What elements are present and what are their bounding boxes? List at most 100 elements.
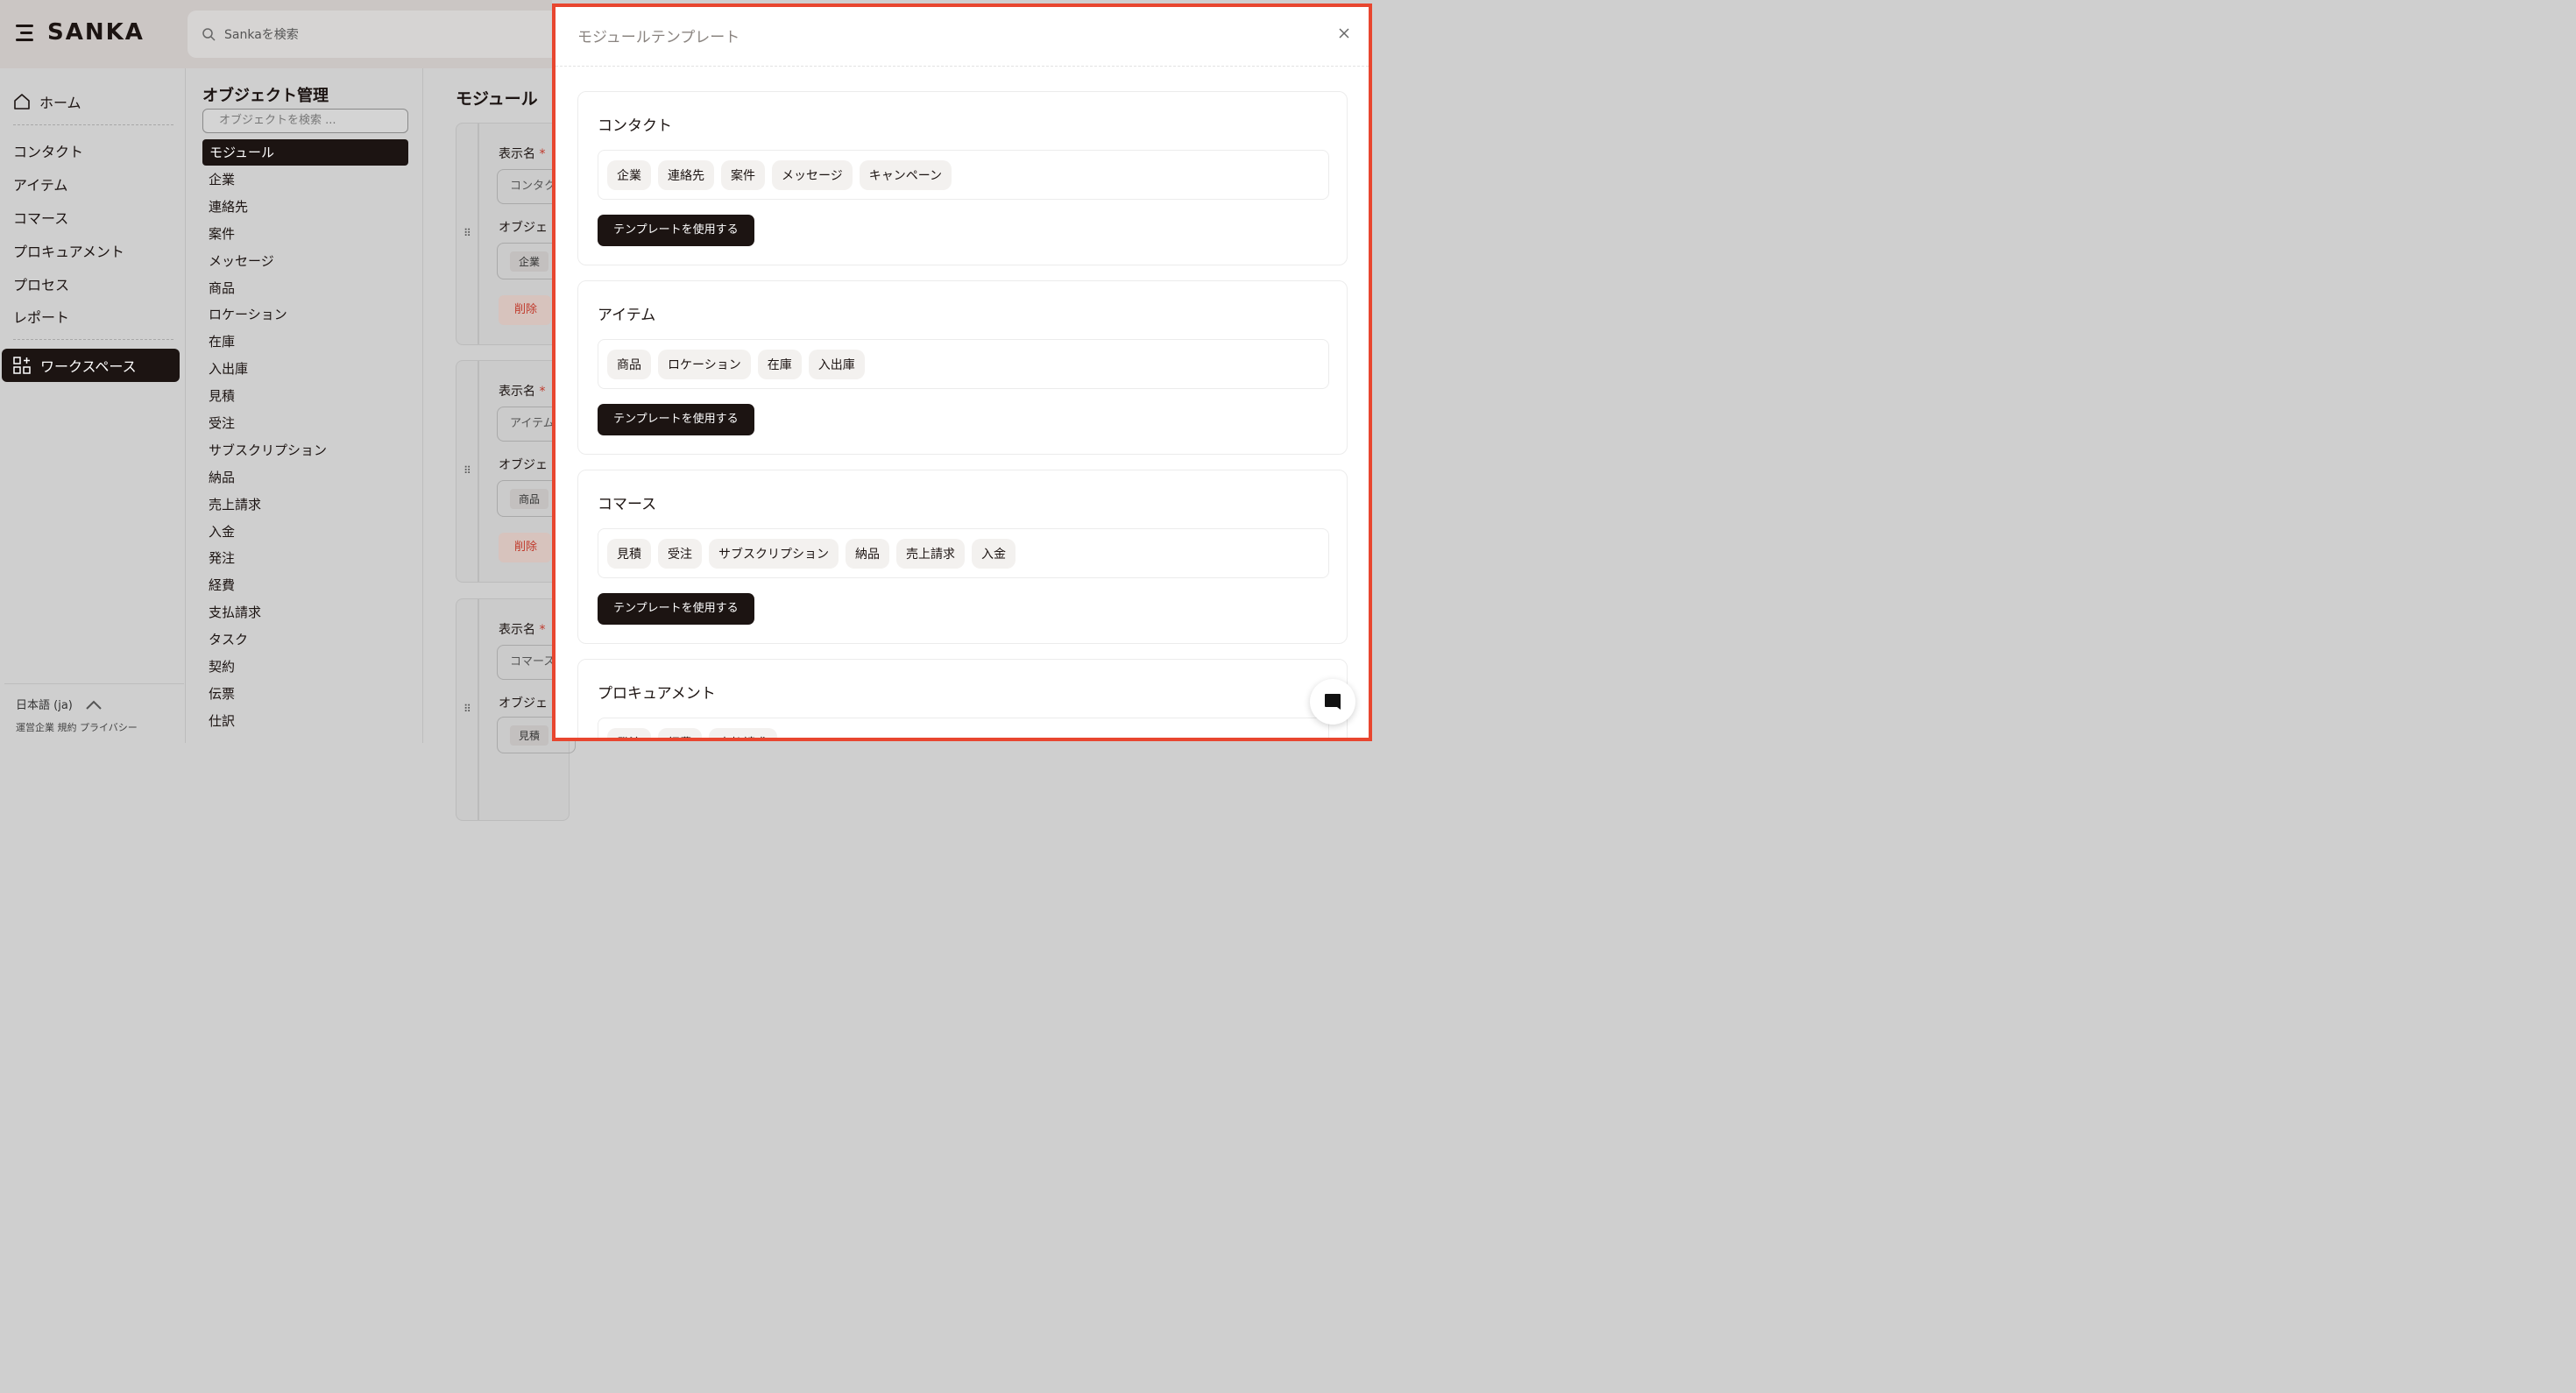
chat-button[interactable] [1310, 679, 1355, 725]
template-tag: 発注 [607, 727, 651, 738]
close-button[interactable] [1337, 26, 1351, 40]
object-item[interactable]: 経費 [209, 576, 327, 603]
object-item[interactable]: 受注 [209, 414, 327, 441]
display-name-label: 表示名 * [499, 623, 546, 637]
template-tag: 見積 [607, 538, 651, 569]
template-tag: 連絡先 [658, 159, 714, 190]
drag-handle-bar [478, 361, 479, 582]
template-tag: 支払請求 [709, 727, 777, 738]
global-search-input[interactable]: Sankaを検索 [188, 11, 552, 58]
object-item[interactable]: 契約 [209, 657, 327, 684]
display-name-label: 表示名 * [499, 147, 546, 161]
brand-name: SANKA [47, 19, 145, 46]
object-item[interactable]: 連絡先 [209, 197, 327, 224]
drag-handle-icon[interactable]: ⠿ [464, 227, 471, 239]
template-name: アイテム [598, 307, 656, 324]
nav-home[interactable]: ホーム [13, 91, 81, 112]
object-item[interactable]: 商品 [209, 279, 327, 306]
object-item[interactable]: 伝票 [209, 684, 327, 711]
nav-label: コンタクト [13, 144, 84, 160]
delete-button[interactable]: 削除 [499, 295, 551, 325]
object-tag: 商品 [510, 489, 549, 509]
template-tag: 案件 [721, 159, 765, 190]
object-tag: 企業 [510, 251, 549, 272]
modal-title: モジュールテンプレート [577, 29, 740, 46]
object-label: オブジェ [499, 458, 548, 472]
drag-handle-icon[interactable]: ⠿ [464, 703, 471, 715]
use-template-button[interactable]: テンプレートを使用する [598, 404, 754, 435]
brand-logo[interactable]: SANKA [16, 19, 145, 46]
delete-button[interactable]: 削除 [499, 533, 551, 562]
template-tags: 企業 連絡先 案件 メッセージ キャンペーン [598, 150, 1329, 200]
footer-divider [4, 683, 184, 684]
footer-links[interactable]: 運営企業 規約 プライバシー [16, 720, 138, 734]
object-item[interactable]: 仕訳 [209, 711, 327, 739]
object-item[interactable]: 在庫 [209, 332, 327, 359]
object-item[interactable]: ロケーション [209, 305, 327, 332]
object-search-input[interactable]: オブジェクトを検索 ... [202, 109, 408, 133]
nav-process[interactable]: プロセス [13, 273, 69, 294]
display-name-label: 表示名 * [499, 385, 546, 399]
template-tag: 商品 [607, 349, 651, 379]
drag-handle-bar [478, 599, 479, 820]
object-item[interactable]: 案件 [209, 224, 327, 251]
object-item[interactable]: メッセージ [209, 251, 327, 279]
drag-handle-icon[interactable]: ⠿ [464, 464, 471, 477]
object-item[interactable]: タスク [209, 630, 327, 657]
object-item[interactable]: 発注 [209, 548, 327, 576]
language-selector[interactable]: 日本語 (ja) [16, 696, 103, 712]
template-tag: ロケーション [658, 349, 751, 379]
nav-item[interactable]: アイテム [13, 173, 67, 194]
template-tag: メッセージ [772, 159, 853, 190]
nav-contact[interactable]: コンタクト [13, 140, 83, 161]
search-placeholder: Sankaを検索 [224, 28, 299, 42]
template-name: コンタクト [598, 117, 672, 135]
nav-procurement[interactable]: プロキュアメント [13, 240, 124, 261]
template-card-procurement: プロキュアメント 発注 経費 支払請求 [577, 659, 1348, 738]
template-tag: キャンペーン [859, 159, 952, 190]
template-tag: 売上請求 [896, 538, 965, 569]
chevron-up-icon [86, 700, 102, 710]
object-item[interactable]: 入出庫 [209, 359, 327, 386]
template-card-item: アイテム 商品 ロケーション 在庫 入出庫 テンプレートを使用する [577, 280, 1348, 455]
language-label: 日本語 (ja) [16, 699, 73, 712]
template-tag: 納品 [846, 538, 889, 569]
nav-label: アイテム [13, 177, 68, 194]
object-item[interactable]: サブスクリプション [209, 441, 327, 468]
object-panel-title: オブジェクト管理 [202, 87, 329, 105]
chat-icon [1325, 694, 1341, 710]
object-list: 企業 連絡先 案件 メッセージ 商品 ロケーション 在庫 入出庫 見積 受注 サ… [209, 170, 327, 739]
home-icon [14, 94, 30, 110]
search-icon [202, 28, 216, 41]
template-tags: 見積 受注 サブスクリプション 納品 売上請求 入金 [598, 528, 1329, 578]
module-template-modal: モジュールテンプレート コンタクト 企業 連絡先 案件 メッセージ キャンペーン… [552, 4, 1372, 741]
nav-label: プロキュアメント [13, 244, 124, 260]
template-tag: 企業 [607, 159, 651, 190]
object-tag: 見積 [510, 725, 549, 746]
object-item[interactable]: 支払請求 [209, 603, 327, 630]
nav-workspace[interactable]: ワークスペース [2, 349, 180, 382]
drag-handle-bar [478, 124, 479, 344]
object-item[interactable]: 納品 [209, 468, 327, 495]
nav-home-label: ホーム [39, 95, 81, 111]
grid-icon [13, 357, 31, 374]
module-title: モジュール [456, 89, 538, 109]
template-tag: 在庫 [757, 349, 802, 379]
object-management-panel: オブジェクト管理 オブジェクトを検索 ... モジュール 企業 連絡先 案件 メ… [187, 68, 423, 743]
menu-icon[interactable] [16, 23, 35, 42]
use-template-button[interactable]: テンプレートを使用する [598, 593, 754, 625]
object-item[interactable]: 企業 [209, 170, 327, 197]
nav-label: プロセス [13, 277, 70, 293]
use-template-button[interactable]: テンプレートを使用する [598, 215, 754, 246]
modal-header: モジュールテンプレート [556, 7, 1369, 67]
object-item[interactable]: 入金 [209, 522, 327, 549]
nav-commerce[interactable]: コマース [13, 207, 68, 228]
object-item-module[interactable]: モジュール [202, 139, 408, 166]
object-item[interactable]: 売上請求 [209, 495, 327, 522]
module-editor: モジュール ⠿ 表示名 * コンタク オブジェ 企業 削除 ⠿ 表示名 * アイ… [424, 68, 576, 821]
object-item[interactable]: 見積 [209, 386, 327, 414]
template-name: コマース [598, 496, 657, 513]
object-label: オブジェ [499, 696, 548, 711]
template-name: プロキュアメント [598, 685, 716, 703]
nav-report[interactable]: レポート [13, 306, 69, 327]
